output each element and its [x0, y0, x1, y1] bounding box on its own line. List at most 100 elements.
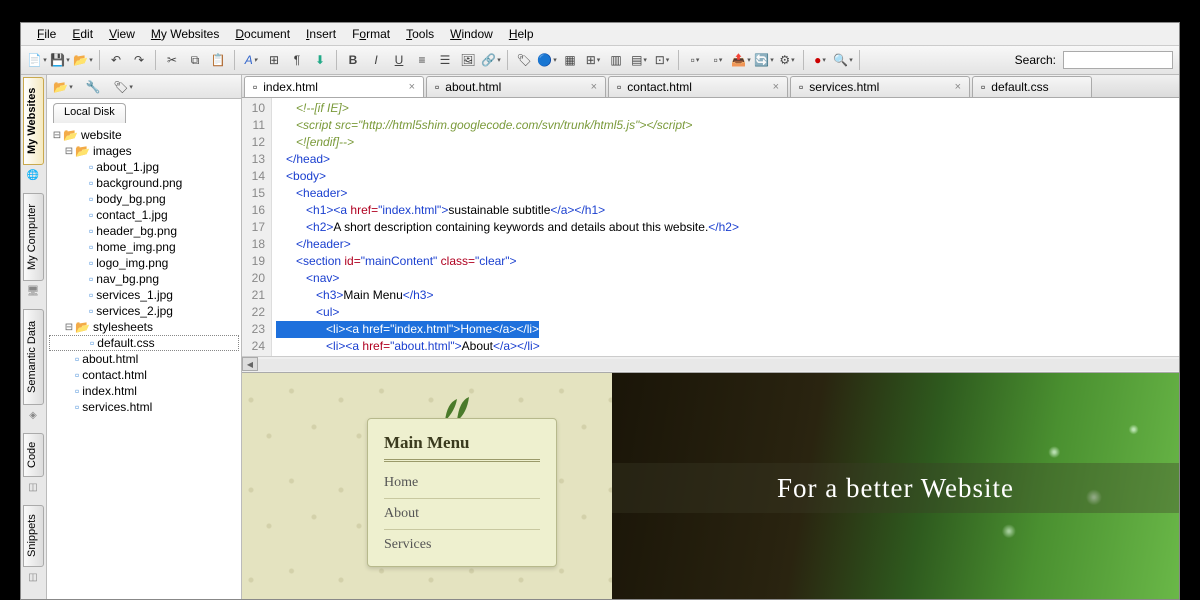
- cut-button[interactable]: ✂: [162, 50, 182, 70]
- tree-folder-stylesheets[interactable]: ⊟📂stylesheets: [49, 319, 239, 335]
- file-icon: ▫: [89, 256, 93, 270]
- vtab-snippets[interactable]: Snippets: [23, 505, 44, 567]
- palette-button[interactable]: ▦: [560, 50, 580, 70]
- settings-button[interactable]: ⚙: [777, 50, 797, 70]
- file-icon: ▫: [90, 336, 94, 350]
- scroll-track[interactable]: [258, 359, 1179, 371]
- bold-button[interactable]: B: [343, 50, 363, 70]
- link-button[interactable]: 🔗: [481, 50, 501, 70]
- form-button[interactable]: ▥: [606, 50, 626, 70]
- scroll-left-icon[interactable]: ◀: [242, 357, 258, 371]
- align-button[interactable]: ≡: [412, 50, 432, 70]
- menu-window[interactable]: Window: [442, 25, 501, 43]
- menu-format[interactable]: Format: [344, 25, 398, 43]
- font-style-button[interactable]: A: [241, 50, 261, 70]
- vtab-semanticdata[interactable]: Semantic Data: [23, 309, 44, 405]
- sidebar-new-icon[interactable]: 🏷: [113, 77, 133, 97]
- editor-tab[interactable]: ▫contact.html×: [608, 76, 788, 97]
- tree-file[interactable]: ▫header_bg.png: [49, 223, 239, 239]
- vtab-mycomputer[interactable]: My Computer: [23, 193, 44, 281]
- tag-button[interactable]: 🏷: [514, 50, 534, 70]
- tree-file[interactable]: ▫home_img.png: [49, 239, 239, 255]
- preview-menu-item[interactable]: Home: [384, 468, 540, 499]
- preview-menu-item[interactable]: About: [384, 499, 540, 530]
- menu-mywebsites[interactable]: My Websites: [143, 25, 227, 43]
- open-button[interactable]: 📂: [73, 50, 93, 70]
- undo-button[interactable]: ↶: [106, 50, 126, 70]
- tree-file[interactable]: ▫contact_1.jpg: [49, 207, 239, 223]
- computer-icon: 🖥: [25, 283, 41, 299]
- menu-document[interactable]: Document: [227, 25, 298, 43]
- vtab-mywebsites[interactable]: My Websites: [23, 77, 44, 165]
- tree-file[interactable]: ▫services_1.jpg: [49, 287, 239, 303]
- redo-button[interactable]: ↷: [129, 50, 149, 70]
- upload-button[interactable]: 📤: [731, 50, 751, 70]
- tree-file[interactable]: ▫about_1.jpg: [49, 159, 239, 175]
- file-icon: ▫: [75, 384, 79, 398]
- sync-button[interactable]: 🔄: [754, 50, 774, 70]
- preview-hero: For a better Website: [612, 373, 1179, 599]
- search-input[interactable]: [1063, 51, 1173, 69]
- data-icon: ◈: [25, 407, 41, 423]
- list-button[interactable]: ☰: [435, 50, 455, 70]
- save-button[interactable]: 💾: [50, 50, 70, 70]
- sidebar-tools-icon[interactable]: 🔧: [83, 77, 103, 97]
- image-button[interactable]: 🖼: [458, 50, 478, 70]
- preview-hero-band: For a better Website: [612, 463, 1179, 513]
- editor-tab[interactable]: ▫services.html×: [790, 76, 970, 97]
- code-editor[interactable]: 101112131415161718192021222324 <!--[if I…: [242, 98, 1179, 356]
- char-button[interactable]: ⊞: [264, 50, 284, 70]
- table-button[interactable]: ⊞: [583, 50, 603, 70]
- paste-button[interactable]: 📋: [208, 50, 228, 70]
- tree-file[interactable]: ▫services_2.jpg: [49, 303, 239, 319]
- tree-root[interactable]: ⊟📂website: [49, 127, 239, 143]
- tree-file[interactable]: ▫nav_bg.png: [49, 271, 239, 287]
- preview-menu-item[interactable]: Services: [384, 530, 540, 560]
- tree-file[interactable]: ▫index.html: [49, 383, 239, 399]
- file-icon: ▫: [89, 224, 93, 238]
- new-file-button[interactable]: 📄: [27, 50, 47, 70]
- color-button[interactable]: 🔵: [537, 50, 557, 70]
- panel2-button[interactable]: ▫: [708, 50, 728, 70]
- menu-file[interactable]: File: [29, 25, 64, 43]
- code-content[interactable]: <!--[if IE]> <script src="http://html5sh…: [272, 98, 1179, 356]
- horizontal-scrollbar[interactable]: ◀: [242, 356, 1179, 372]
- zoom-button[interactable]: 🔍: [833, 50, 853, 70]
- panel1-button[interactable]: ▫: [685, 50, 705, 70]
- tree-file[interactable]: ▫about.html: [49, 351, 239, 367]
- close-icon[interactable]: ×: [409, 81, 415, 93]
- underline-button[interactable]: U: [389, 50, 409, 70]
- close-icon[interactable]: ×: [591, 81, 597, 93]
- toolbar-sep: [336, 50, 337, 70]
- record-button[interactable]: ●: [810, 50, 830, 70]
- paragraph-button[interactable]: ¶: [287, 50, 307, 70]
- tree-file[interactable]: ▫body_bg.png: [49, 191, 239, 207]
- italic-button[interactable]: I: [366, 50, 386, 70]
- tree-file[interactable]: ▫contact.html: [49, 367, 239, 383]
- layout-button[interactable]: ▤: [629, 50, 649, 70]
- menu-help[interactable]: Help: [501, 25, 542, 43]
- close-icon[interactable]: ×: [773, 81, 779, 93]
- editor-tab[interactable]: ▫default.css: [972, 76, 1092, 97]
- vtab-code[interactable]: Code: [23, 433, 44, 477]
- tree-file-selected[interactable]: ▫default.css: [49, 335, 239, 351]
- editor-tab[interactable]: ▫index.html×: [244, 76, 424, 97]
- sidebar-open-icon[interactable]: 📂: [53, 77, 73, 97]
- globe-icon: 🌐: [25, 167, 41, 183]
- editor-tab[interactable]: ▫about.html×: [426, 76, 606, 97]
- tree-file[interactable]: ▫background.png: [49, 175, 239, 191]
- menu-edit[interactable]: Edit: [64, 25, 101, 43]
- copy-button[interactable]: ⧉: [185, 50, 205, 70]
- menu-tools[interactable]: Tools: [398, 25, 442, 43]
- tree-file[interactable]: ▫services.html: [49, 399, 239, 415]
- menu-insert[interactable]: Insert: [298, 25, 344, 43]
- file-icon: ▫: [89, 208, 93, 222]
- file-icon: ▫: [89, 304, 93, 318]
- download-button[interactable]: ⬇: [310, 50, 330, 70]
- tree-file[interactable]: ▫logo_img.png: [49, 255, 239, 271]
- menu-view[interactable]: View: [101, 25, 143, 43]
- close-icon[interactable]: ×: [955, 81, 961, 93]
- tree-folder-images[interactable]: ⊟📂images: [49, 143, 239, 159]
- sidebar-tab-localdisk[interactable]: Local Disk: [53, 103, 126, 123]
- component-button[interactable]: ⊡: [652, 50, 672, 70]
